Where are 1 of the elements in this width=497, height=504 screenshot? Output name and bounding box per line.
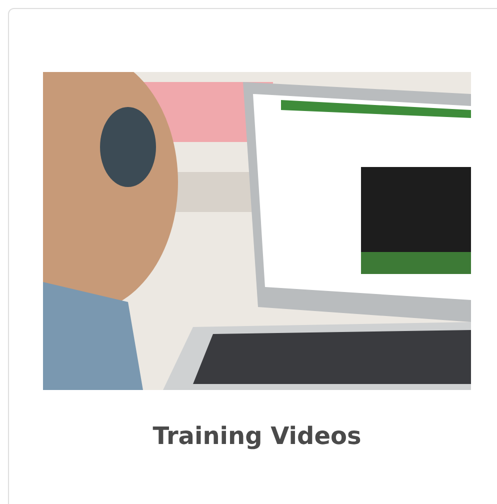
card-title: Training Videos xyxy=(152,422,362,450)
